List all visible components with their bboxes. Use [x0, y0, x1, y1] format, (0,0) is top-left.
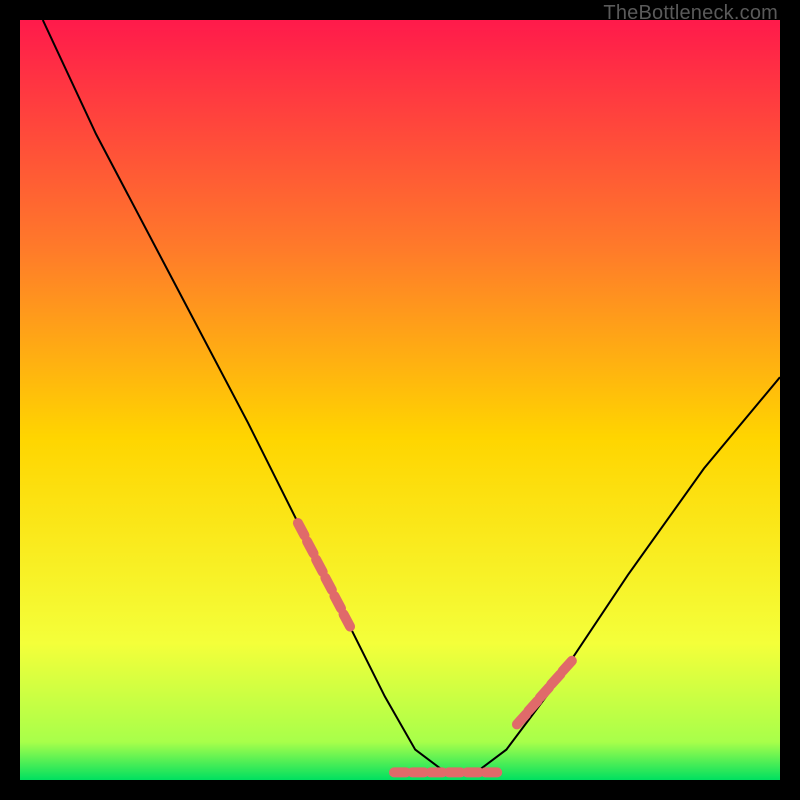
chart-frame	[20, 20, 780, 780]
marker-dash	[480, 767, 502, 777]
gradient-background	[20, 20, 780, 780]
bottleneck-chart	[20, 20, 780, 780]
watermark-text: TheBottleneck.com	[603, 2, 778, 25]
